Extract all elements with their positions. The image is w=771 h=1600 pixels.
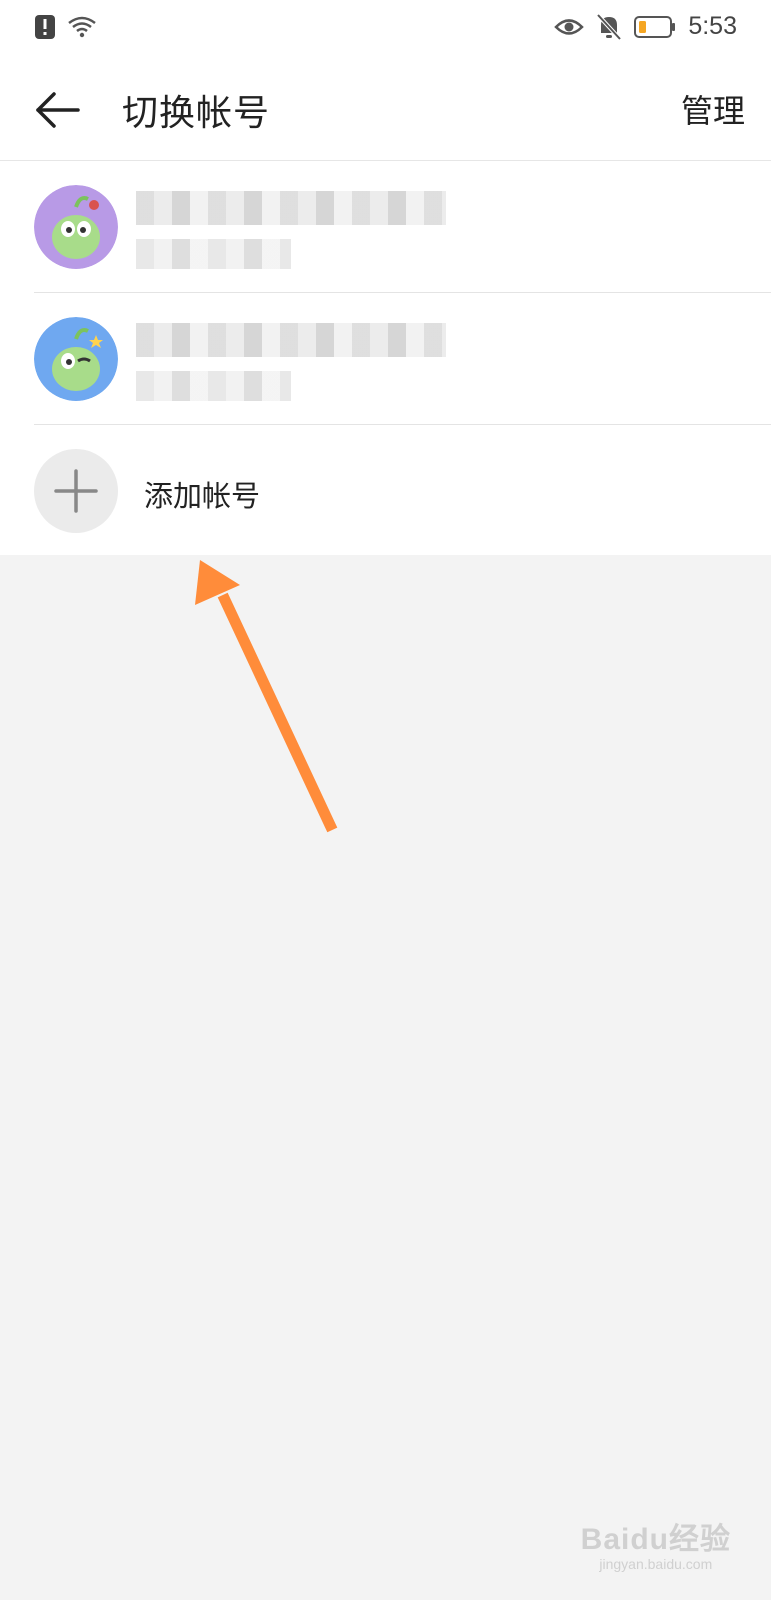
account-list: 添加帐号	[0, 161, 771, 555]
watermark-brand: Baidu经验	[580, 1523, 731, 1556]
wifi-icon	[68, 16, 96, 38]
add-account-circle	[34, 449, 118, 533]
account-detail-blurred	[136, 239, 291, 269]
back-arrow-icon[interactable]	[34, 86, 82, 134]
page-title: 切换帐号	[122, 93, 271, 134]
manage-button[interactable]: 管理	[681, 86, 745, 132]
app-bar: 切换帐号 管理	[0, 60, 771, 161]
alert-icon	[35, 15, 55, 39]
watermark: Baidu经验 jingyan.baidu.com	[581, 1514, 731, 1572]
eye-icon	[554, 18, 585, 35]
account-detail-blurred	[136, 371, 291, 401]
battery-icon	[634, 15, 676, 38]
status-time: 5:53	[688, 12, 737, 40]
avatar	[34, 317, 118, 401]
add-account-button[interactable]: 添加帐号	[0, 425, 771, 555]
status-bar: 5:53	[0, 0, 771, 60]
status-left-icons	[34, 14, 98, 40]
mascot-avatar-icon	[34, 317, 118, 401]
avatar	[34, 185, 118, 269]
annotation-arrow-icon	[195, 560, 338, 833]
account-row-2[interactable]	[0, 293, 771, 425]
plus-icon	[54, 469, 98, 513]
bell-off-icon	[596, 13, 622, 40]
account-name-blurred	[136, 191, 446, 225]
account-name-blurred	[136, 323, 446, 357]
account-row-1[interactable]	[0, 161, 771, 293]
status-right-icons: 5:53	[554, 12, 737, 41]
add-account-label: 添加帐号	[144, 479, 261, 513]
watermark-site: jingyan.baidu.com	[599, 1556, 713, 1572]
mascot-avatar-icon	[34, 185, 118, 269]
